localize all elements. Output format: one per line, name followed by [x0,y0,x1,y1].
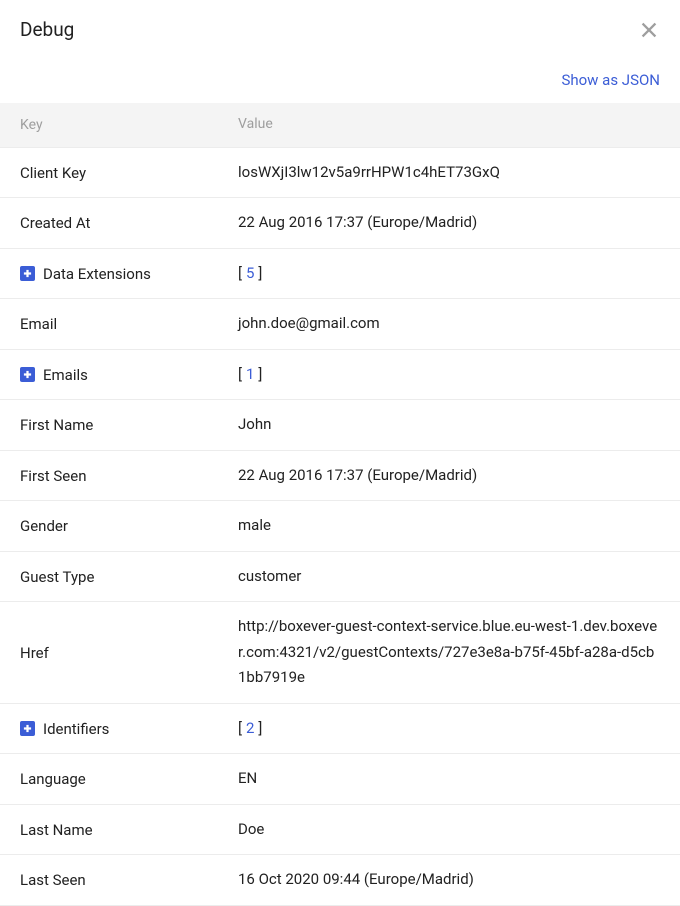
row-value: male [238,513,660,539]
row-key: First Name [20,416,238,434]
action-bar: Show as JSON [0,51,680,103]
row-key-label: Last Seen [20,871,86,889]
row-value: [1] [238,362,660,388]
row-value: 22 Aug 2016 17:37 (Europe/Madrid) [238,463,660,489]
row-value: [5] [238,261,660,287]
table-row: First Seen 22 Aug 2016 17:37 (Europe/Madr… [0,451,680,502]
expand-icon[interactable] [20,367,35,382]
row-value: 22 Aug 2016 17:37 (Europe/Madrid) [238,210,660,236]
row-key: Data Extensions [20,265,238,283]
row-key: Created At [20,214,238,232]
row-key: Email [20,315,238,333]
row-key-label: Identifiers [43,720,109,738]
table-row: Email john.doe@gmail.com [0,299,680,350]
bracket-close: ] [258,264,262,282]
row-key-label: Href [20,644,49,662]
table-row: Language EN [0,754,680,805]
row-key: First Seen [20,467,238,485]
row-key: Identifiers [20,720,238,738]
table-row: Identifiers [2] [0,704,680,755]
row-value: john.doe@gmail.com [238,311,660,337]
table-row: Gender male [0,501,680,552]
row-key: Emails [20,366,238,384]
row-key: Href [20,644,238,662]
row-key-label: Language [20,770,86,788]
row-value: http://boxever-guest-context-service.blu… [238,614,660,691]
row-key-label: Guest Type [20,568,94,586]
table-row: First Name John [0,400,680,451]
row-key: Language [20,770,238,788]
column-header-value: Value [238,113,660,137]
row-key-label: Emails [43,366,88,384]
table-row: Href http://boxever-guest-context-service… [0,602,680,704]
bracket-close: ] [258,365,262,383]
table-row: Last Seen 16 Oct 2020 09:44 (Europe/Madri… [0,855,680,906]
row-key-label: Last Name [20,821,93,839]
table-row: Guest Type customer [0,552,680,603]
count-link[interactable]: 5 [242,264,258,282]
column-header-key: Key [20,113,238,137]
row-key-label: Created At [20,214,90,232]
expand-icon[interactable] [20,721,35,736]
table-row: Last Name Doe [0,805,680,856]
count-link[interactable]: 1 [242,365,258,383]
table-header: Key Value [0,103,680,148]
table-row: Data Extensions [5] [0,249,680,300]
row-key-label: Client Key [20,164,86,182]
row-value: customer [238,564,660,590]
row-key-label: Data Extensions [43,265,151,283]
table-row: Client Key losWXjI3lw12v5a9rrHPW1c4hET73G… [0,148,680,199]
row-value: 16 Oct 2020 09:44 (Europe/Madrid) [238,867,660,893]
row-key-label: Email [20,315,57,333]
close-button[interactable] [638,19,660,41]
row-value: [2] [238,716,660,742]
table-row: Created At 22 Aug 2016 17:37 (Europe/Madr… [0,198,680,249]
count-link[interactable]: 2 [242,719,258,737]
row-value: John [238,412,660,438]
row-key-label: First Name [20,416,93,434]
row-key: Last Name [20,821,238,839]
close-icon [638,19,660,41]
row-value: EN [238,766,660,792]
row-key-label: First Seen [20,467,87,485]
row-key: Guest Type [20,568,238,586]
row-key: Gender [20,517,238,535]
row-value: losWXjI3lw12v5a9rrHPW1c4hET73GxQ [238,160,660,186]
row-key: Last Seen [20,871,238,889]
bracket-close: ] [258,719,262,737]
table-row: Emails [1] [0,350,680,401]
dialog-header: Debug [0,0,680,51]
dialog-title: Debug [20,18,74,41]
row-key-label: Gender [20,517,68,535]
table-body: Client Key losWXjI3lw12v5a9rrHPW1c4hET73G… [0,148,680,906]
row-value: Doe [238,817,660,843]
show-json-link[interactable]: Show as JSON [561,71,660,89]
expand-icon[interactable] [20,266,35,281]
row-key: Client Key [20,164,238,182]
